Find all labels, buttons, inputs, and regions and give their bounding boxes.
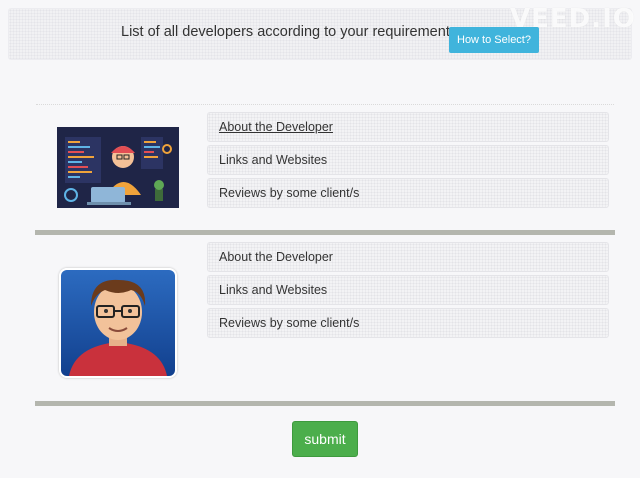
links-websites-panel-2[interactable]: Links and Websites (207, 275, 609, 305)
panel-label: Links and Websites (219, 153, 328, 167)
links-websites-panel-1[interactable]: Links and Websites (207, 145, 609, 175)
developer-avatar-portrait-icon (61, 270, 175, 376)
submit-button[interactable]: submit (292, 421, 358, 457)
panel-label: About the Developer (219, 250, 333, 264)
panel-label: About the Developer (219, 120, 333, 134)
reviews-panel-1[interactable]: Reviews by some client/s (207, 178, 609, 208)
about-developer-panel-2[interactable]: About the Developer (207, 242, 609, 272)
panel-label: Links and Websites (219, 283, 328, 297)
panel-label: Reviews by some client/s (219, 316, 360, 330)
divider (36, 104, 614, 105)
panel-label: Reviews by some client/s (219, 186, 360, 200)
reviews-panel-2[interactable]: Reviews by some client/s (207, 308, 609, 338)
developer-divider (35, 401, 615, 406)
about-developer-panel-1[interactable]: About the Developer (207, 112, 609, 142)
page-title: List of all developers according to your… (121, 24, 462, 40)
developer-divider (35, 230, 615, 235)
developer-image-2 (59, 268, 177, 378)
developer-image-1 (57, 127, 179, 208)
developer-at-laptop-illustration-icon (57, 127, 179, 208)
watermark: VEED.IO (510, 4, 636, 34)
